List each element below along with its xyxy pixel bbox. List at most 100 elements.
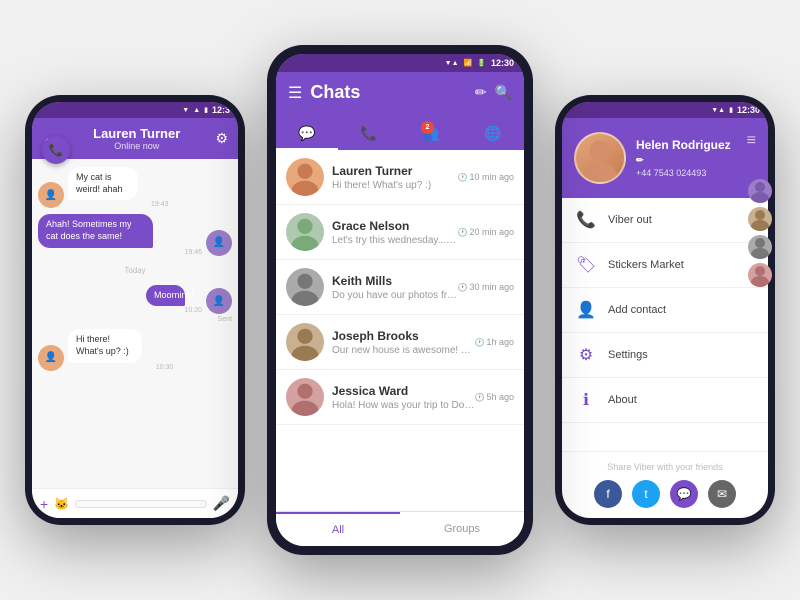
phone-left: ▼ ▲ ▮ 12:3 ← Lauren Turner Online now ⚙ … [25,95,245,525]
chat-name: Joseph Brooks [332,329,475,343]
sent-label: Sent [38,316,232,323]
chat-name: Grace Nelson [332,219,458,233]
stickers-item[interactable]: 🏷 Stickers Market [562,243,768,288]
menu-dots-icon[interactable]: ≡ [747,132,756,150]
message-time: 10:20 [146,307,202,314]
globe-icon: 🌐 [484,125,501,142]
emoji-icon[interactable]: 🐱 [54,497,69,511]
tabs-bar: 💬 📞 👥 2 🌐 [276,113,524,150]
chat-meta: 🕐 10 min ago [458,172,515,182]
chat-time: 🕐 1h ago [475,337,515,347]
chat-preview: Do you have our photos from the nye? [332,290,458,301]
profile-name: Helen Rodriguez ✏ [636,138,737,166]
center-time: 12:30 [491,58,514,68]
message-row: Moorning! 10:20 👤 [38,285,232,315]
tab-all[interactable]: All [276,512,400,546]
viber-icon[interactable]: 💬 [670,480,698,508]
left-chat-name: Lauren Turner [64,126,209,141]
chat-name: Jessica Ward [332,384,475,398]
share-section: Share Viber with your friends f t 💬 ✉ [562,451,768,518]
chat-time: 🕐 30 min ago [458,282,515,292]
about-item[interactable]: ℹ About [562,378,768,423]
chat-meta: 🕐 30 min ago [458,282,515,292]
add-contact-icon: 👤 [576,300,596,320]
left-signal-icon: ▼ [182,107,189,114]
phone-center: ▼▲ 📶 🔋 12:30 ☰ Chats ✏ 🔍 💬 📞 [267,45,533,555]
message-time: 19:43 [68,201,169,208]
add-contact-item[interactable]: 👤 Add contact [562,288,768,333]
call-fab[interactable]: 📞 [42,136,70,164]
avatar [286,158,324,196]
message-bubble: Moorning! [146,285,185,307]
chat-content: Lauren Turner Hi there! What's up? :) [332,164,458,191]
mic-icon[interactable]: 🎤 [213,495,230,512]
right-signal-icon: ▼▲ [711,107,725,114]
strip-avatar [748,179,772,203]
right-status-bar: ▼▲ ▮ 12:30 [562,102,768,118]
about-label: About [608,394,637,406]
chat-preview: Hola! How was your trip to Dominican Rep… [332,400,475,411]
social-icons: f t 💬 ✉ [572,480,758,508]
battery-icon: 🔋 [477,59,486,67]
avatar [286,213,324,251]
tab-calls[interactable]: 📞 [338,117,400,150]
chat-item[interactable]: Keith Mills Do you have our photos from … [276,260,524,315]
chat-preview: Let's try this wednesday... Is that alri… [332,235,458,246]
stickers-label: Stickers Market [608,259,684,271]
menu-icon[interactable]: ☰ [288,83,302,103]
chat-time: 🕐 10 min ago [458,172,515,182]
avatar: 👤 [38,182,64,208]
chat-time: 🕐 5h ago [475,392,515,402]
chat-item[interactable]: Lauren Turner Hi there! What's up? :) 🕐 … [276,150,524,205]
profile-phone: +44 7543 024493 [636,168,737,178]
message-bubble: Hi there! What's up? :) [68,329,142,362]
wifi-icon: 📶 [464,59,473,67]
tab-more[interactable]: 🌐 [462,117,524,150]
tab-chats[interactable]: 💬 [276,117,338,150]
chat-item[interactable]: Joseph Brooks Our new house is awesome! … [276,315,524,370]
chat-preview: Hi there! What's up? :) [332,180,458,191]
right-battery-icon: ▮ [729,106,733,114]
chat-input-bar: + 🐱 🎤 [32,488,238,518]
right-time: 12:30 [737,105,760,115]
left-chat-status: Online now [64,141,209,151]
twitter-icon[interactable]: t [632,480,660,508]
settings-icon[interactable]: ⚙ [215,130,228,147]
message-row: 👤 My cat is weird! ahah 19:43 [38,167,232,208]
chat-item[interactable]: Jessica Ward Hola! How was your trip to … [276,370,524,425]
add-contact-label: Add contact [608,304,666,316]
message-bubble: My cat is weird! ahah [68,167,138,200]
chat-content: Grace Nelson Let's try this wednesday...… [332,219,458,246]
avatar-self: 👤 [206,288,232,314]
avatar: 👤 [38,345,64,371]
avatar-strip [747,175,775,291]
tab-contacts[interactable]: 👥 2 [400,117,462,150]
settings-item[interactable]: ⚙ Settings [562,333,768,378]
message-bubble: Ahah! Sometimes my cat does the same! [38,214,153,247]
viber-out-label: Viber out [608,214,652,226]
viber-out-item[interactable]: 📞 Viber out [562,198,768,243]
search-icon[interactable]: 🔍 [495,84,512,101]
edit-icon[interactable]: ✏ [475,84,487,101]
message-input[interactable] [75,500,206,508]
message-time: 10:30 [68,364,173,371]
about-icon: ℹ [576,390,596,410]
chat-time: 🕐 20 min ago [458,227,515,237]
facebook-icon[interactable]: f [594,480,622,508]
email-icon[interactable]: ✉ [708,480,736,508]
chat-item[interactable]: Grace Nelson Let's try this wednesday...… [276,205,524,260]
signal-icon: ▼▲ [445,60,459,67]
avatar [286,378,324,416]
message-block: Hi there! What's up? :) 10:30 [68,329,173,370]
scene: ▼ ▲ ▮ 12:3 ← Lauren Turner Online now ⚙ … [0,0,800,600]
profile-header: Helen Rodriguez ✏ +44 7543 024493 ≡ [562,118,768,198]
add-icon[interactable]: + [40,496,48,512]
strip-avatar [748,207,772,231]
strip-avatar [748,263,772,287]
avatar [286,323,324,361]
message-block: Moorning! 10:20 [146,285,202,315]
chat-name: Keith Mills [332,274,458,288]
tab-groups[interactable]: Groups [400,512,524,546]
profile-info: Helen Rodriguez ✏ +44 7543 024493 [636,138,737,178]
chat-meta: 🕐 20 min ago [458,227,515,237]
